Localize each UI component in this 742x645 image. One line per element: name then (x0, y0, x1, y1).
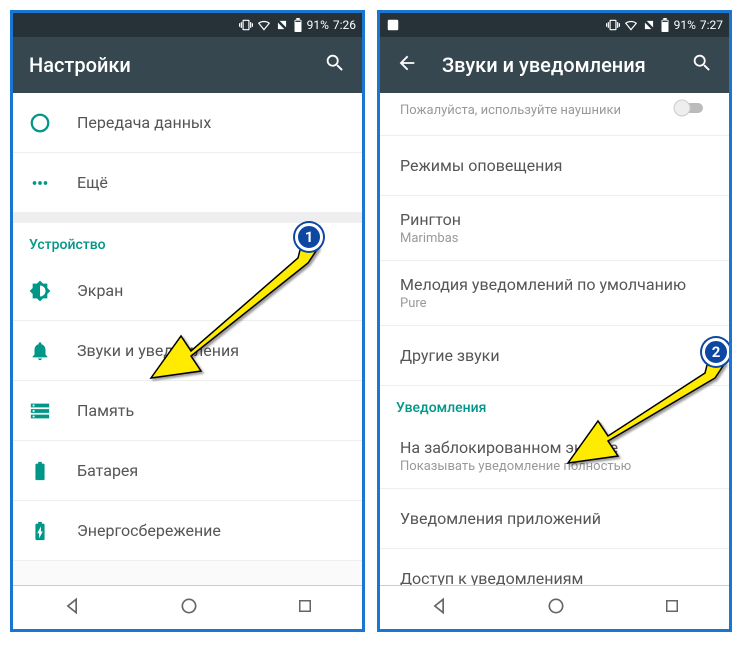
label: Ещё (77, 173, 346, 192)
label: Передача данных (77, 113, 346, 132)
data-usage-icon (29, 112, 77, 134)
clock: 7:26 (333, 18, 356, 32)
label: Батарея (77, 461, 346, 480)
settings-list: Передача данных Ещё Устройство Экран Зву… (13, 93, 362, 585)
page-title: Звуки и уведомления (442, 53, 691, 77)
label: Память (77, 401, 346, 420)
list-item-other-sounds[interactable]: Другие звуки (380, 326, 729, 386)
no-sim-icon (275, 18, 289, 32)
page-title: Настройки (29, 53, 324, 77)
back-nav-icon[interactable] (62, 596, 82, 620)
label: Рингтон (400, 210, 713, 229)
list-item-app-notifications[interactable]: Уведомления приложений (380, 489, 729, 549)
list-item-data-usage[interactable]: Передача данных (13, 93, 362, 153)
label: На заблокированном экране (400, 438, 713, 457)
battery-icon (29, 460, 77, 482)
value: Marimbas (400, 231, 713, 246)
back-icon[interactable] (396, 52, 418, 79)
label: Энергосбережение (77, 521, 346, 540)
storage-icon (29, 400, 77, 422)
value: Pure (400, 296, 713, 311)
battery-icon (293, 18, 303, 32)
battery-percent: 91% (674, 18, 696, 32)
divider (13, 213, 362, 223)
back-nav-icon[interactable] (429, 596, 449, 620)
list-item-on-lock-screen[interactable]: На заблокированном экране Показывать уве… (380, 424, 729, 489)
label: Мелодия уведомлений по умолчанию (400, 275, 713, 294)
wifi-icon (624, 18, 638, 32)
phone-left: 91% 7:26 Настройки Передача данных Ещё У… (10, 10, 365, 632)
power-save-icon (29, 520, 77, 542)
recent-nav-icon[interactable] (296, 597, 314, 619)
navbar (13, 585, 362, 629)
clock: 7:27 (700, 18, 723, 32)
appbar-sound: Звуки и уведомления (380, 37, 729, 93)
search-icon[interactable] (691, 52, 713, 79)
toggle-off-icon[interactable] (673, 99, 709, 121)
list-item-battery[interactable]: Батарея (13, 441, 362, 501)
list-item-sound-notifications[interactable]: Звуки и уведомления (13, 321, 362, 381)
label: Уведомления приложений (400, 509, 713, 528)
label: Доступ к уведомлениям (400, 569, 713, 585)
label: Другие звуки (400, 346, 713, 365)
section-header-device: Устройство (13, 223, 362, 261)
wifi-icon (257, 18, 271, 32)
home-nav-icon[interactable] (546, 596, 566, 620)
list-item-notification-access[interactable]: Доступ к уведомлениям (380, 549, 729, 585)
search-icon[interactable] (324, 52, 346, 79)
list-item-notification-sound[interactable]: Мелодия уведомлений по умолчанию Pure (380, 261, 729, 326)
list-item-more[interactable]: Ещё (13, 153, 362, 213)
value: Показывать уведомление полностью (400, 459, 713, 474)
home-nav-icon[interactable] (179, 596, 199, 620)
label: Звуки и уведомления (77, 341, 346, 360)
no-sim-icon (642, 18, 656, 32)
list-item-partial-top[interactable]: Пожалуйста, используйте наушники (380, 93, 729, 136)
list-item-ringtone[interactable]: Рингтон Marimbas (380, 196, 729, 261)
navbar (380, 585, 729, 629)
vibrate-icon (239, 18, 253, 32)
bell-icon (29, 340, 77, 362)
hint: Пожалуйста, используйте наушники (400, 103, 673, 118)
label: Режимы оповещения (400, 156, 713, 175)
label: Экран (77, 281, 346, 300)
gallery-icon (386, 18, 400, 32)
list-item-storage[interactable]: Память (13, 381, 362, 441)
list-item-power-saving[interactable]: Энергосбережение (13, 501, 362, 561)
recent-nav-icon[interactable] (663, 597, 681, 619)
vibrate-icon (606, 18, 620, 32)
more-horiz-icon (29, 172, 77, 194)
section-header-notifications: Уведомления (380, 386, 729, 424)
sound-settings-list: Пожалуйста, используйте наушники Режимы … (380, 93, 729, 585)
battery-icon (660, 18, 670, 32)
statusbar: 91% 7:27 (380, 13, 729, 37)
statusbar: 91% 7:26 (13, 13, 362, 37)
appbar-settings: Настройки (13, 37, 362, 93)
list-item-display[interactable]: Экран (13, 261, 362, 321)
display-icon (29, 280, 77, 302)
list-item-alert-modes[interactable]: Режимы оповещения (380, 136, 729, 196)
phone-right: 91% 7:27 Звуки и уведомления Пожалуйста,… (377, 10, 732, 632)
battery-percent: 91% (307, 18, 329, 32)
